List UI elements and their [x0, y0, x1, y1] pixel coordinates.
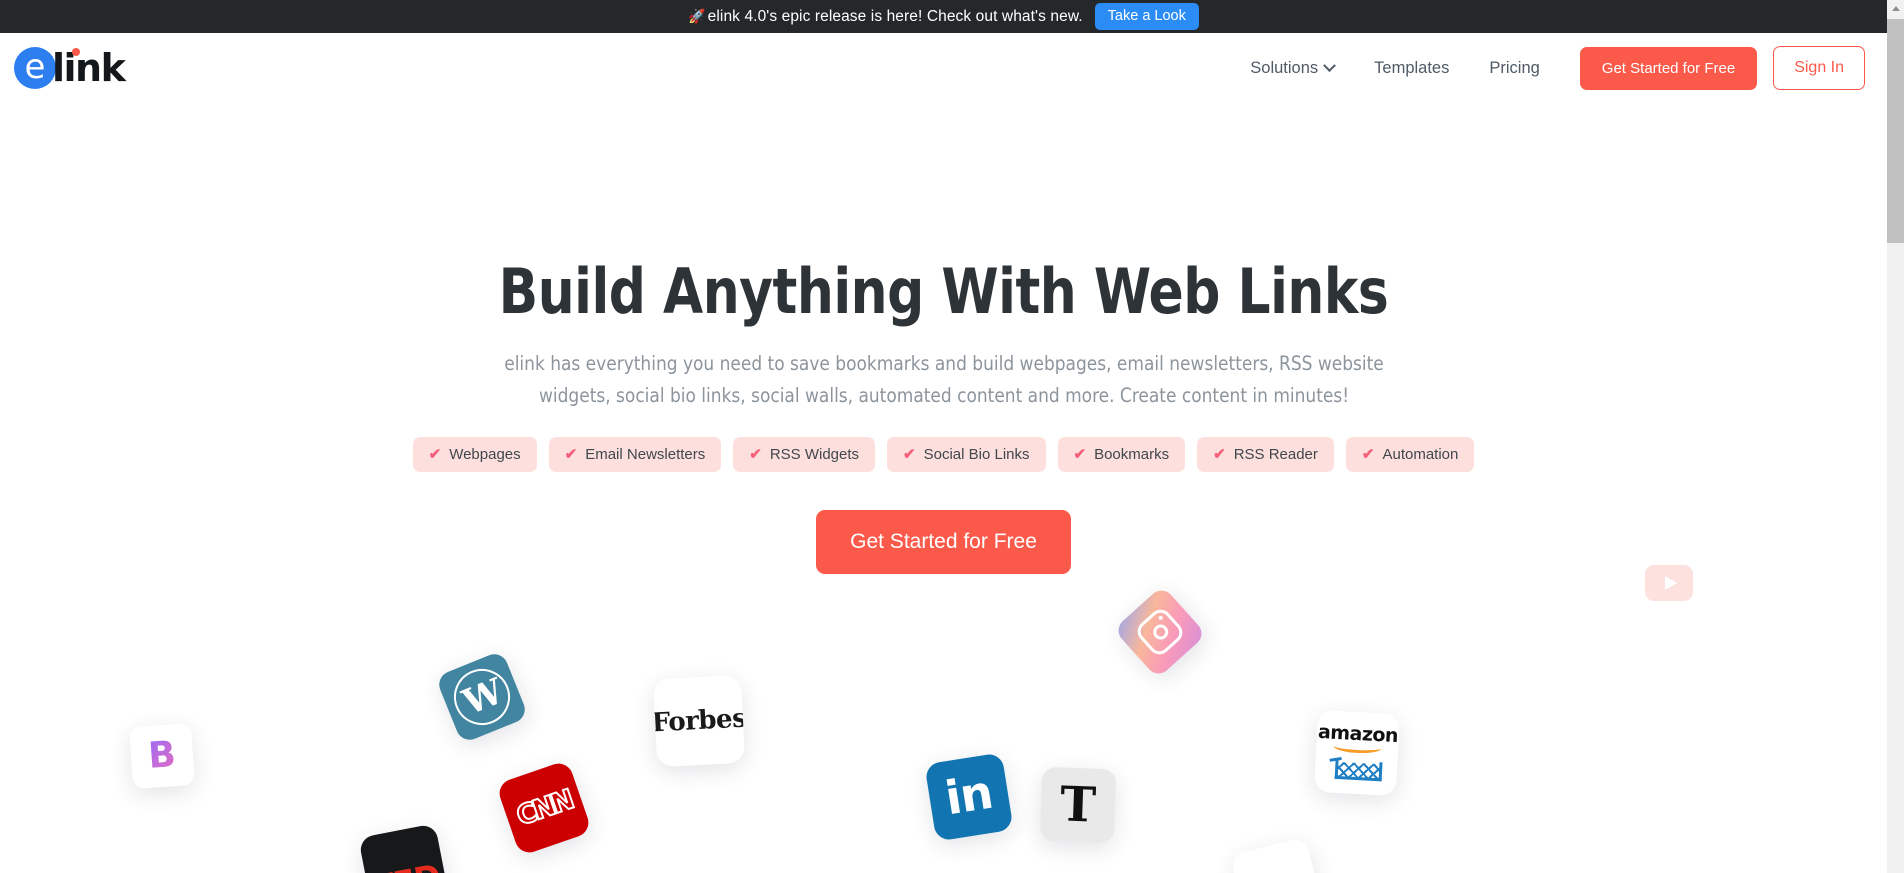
- feature-pill-social-bio-links[interactable]: ✔ Social Bio Links: [887, 437, 1046, 473]
- brand-logo-forbes: Forbes: [652, 674, 746, 768]
- elink-logo[interactable]: e link: [14, 46, 126, 90]
- brand-logo-bootstrap: B: [128, 722, 196, 790]
- nav-label-pricing: Pricing: [1489, 58, 1540, 77]
- scrollbar-up-arrow[interactable]: [1887, 0, 1904, 17]
- check-icon: ✔: [1073, 446, 1087, 464]
- hero-get-started-button[interactable]: Get Started for Free: [816, 510, 1071, 575]
- instagram-camera-icon: [1133, 605, 1187, 659]
- brand-logo-amazon: amazon: [1313, 709, 1401, 797]
- nav-item-pricing[interactable]: Pricing: [1469, 49, 1559, 88]
- amazon-wordmark: amazon: [1317, 720, 1399, 747]
- announcement-message: elink 4.0's epic release is here! Check …: [707, 7, 1083, 25]
- feature-pill-label: Email Newsletters: [585, 446, 706, 464]
- check-icon: ✔: [749, 446, 762, 464]
- announcement-text: 🚀 elink 4.0's epic release is here! Check…: [688, 8, 1083, 26]
- instagram-lens-icon: [1149, 621, 1171, 643]
- cnn-icon: CNN: [511, 783, 576, 833]
- feature-pill-label: RSS Widgets: [769, 446, 860, 464]
- shopping-cart-icon: [1329, 755, 1384, 783]
- linkedin-icon: in: [941, 764, 996, 826]
- feature-pill-automation[interactable]: ✔ Automation: [1345, 437, 1475, 473]
- brand-logo-ted: TED: [358, 823, 450, 873]
- check-icon: ✔: [428, 446, 442, 464]
- feature-pill-email-newsletters[interactable]: ✔ Email Newsletters: [548, 437, 722, 473]
- hero-section: Build Anything With Web Links elink has …: [0, 103, 1887, 575]
- take-a-look-button[interactable]: Take a Look: [1094, 2, 1199, 31]
- check-icon: ✔: [1361, 446, 1375, 464]
- feature-pill-row: ✔ Webpages ✔ Email Newsletters ✔ RSS Wid…: [0, 437, 1887, 473]
- feature-pill-label: Bookmarks: [1094, 446, 1170, 464]
- forbes-icon: Forbes: [652, 703, 746, 739]
- page-root: 🚀 elink 4.0's epic release is here! Check…: [0, 0, 1904, 873]
- brand-logo-wordpress: W: [435, 650, 529, 744]
- feature-pill-rss-reader[interactable]: ✔ RSS Reader: [1197, 437, 1334, 473]
- amazon-smile-icon: [1333, 742, 1382, 754]
- feature-pill-rss-widgets[interactable]: ✔ RSS Widgets: [733, 437, 876, 473]
- nav-item-templates[interactable]: Templates: [1354, 49, 1469, 88]
- sign-in-button[interactable]: Sign In: [1773, 46, 1865, 90]
- nav-label-solutions: Solutions: [1250, 58, 1319, 77]
- brand-logo-cnn: CNN: [495, 759, 593, 857]
- logo-wordmark: link: [52, 46, 126, 90]
- bootstrap-icon: B: [146, 734, 178, 777]
- check-icon: ✔: [1213, 446, 1226, 464]
- check-icon: ✔: [903, 446, 916, 464]
- logo-word-text: link: [52, 46, 126, 90]
- logo-e-mark: e: [14, 47, 56, 89]
- feature-pill-webpages[interactable]: ✔ Webpages: [412, 437, 537, 473]
- brand-logo-youtube: [1645, 565, 1693, 601]
- feature-pill-bookmarks[interactable]: ✔ Bookmarks: [1057, 437, 1186, 473]
- site-header: e link Solutions Templates Pricing Get S…: [0, 33, 1887, 103]
- chevron-up-icon: [1891, 6, 1900, 11]
- brand-logo-nytimes: T: [1039, 766, 1117, 844]
- nav-label-templates: Templates: [1374, 58, 1450, 77]
- hero-title: Build Anything With Web Links: [498, 255, 1389, 328]
- brand-logo-instagram: [1113, 585, 1207, 679]
- feature-pill-label: RSS Reader: [1233, 446, 1318, 464]
- scrollbar-thumb[interactable]: [1887, 19, 1904, 243]
- header-get-started-button[interactable]: Get Started for Free: [1579, 46, 1758, 90]
- feature-pill-label: Webpages: [449, 446, 521, 464]
- instagram-dot-icon: [1157, 615, 1164, 621]
- announcement-banner: 🚀 elink 4.0's epic release is here! Check…: [0, 0, 1887, 33]
- main-navigation: Solutions Templates Pricing Get Started …: [1230, 46, 1865, 90]
- wordpress-w-glyph: W: [457, 671, 507, 723]
- rocket-icon: 🚀: [688, 7, 706, 24]
- wordpress-icon: W: [445, 660, 519, 734]
- feature-pill-label: Automation: [1382, 446, 1459, 464]
- logo-dot-icon: [72, 48, 80, 56]
- hero-subtitle: elink has everything you need to save bo…: [503, 352, 1384, 407]
- nav-item-solutions[interactable]: Solutions: [1230, 49, 1354, 88]
- nytimes-icon: T: [1059, 776, 1097, 834]
- brand-logo-partial: [1229, 836, 1325, 873]
- chevron-down-icon: [1323, 58, 1337, 72]
- check-icon: ✔: [564, 446, 578, 464]
- page-scrollbar[interactable]: [1887, 0, 1904, 873]
- feature-pill-label: Social Bio Links: [923, 446, 1030, 464]
- brand-logo-linkedin: in: [924, 752, 1014, 842]
- youtube-play-icon: [1664, 576, 1677, 590]
- ted-icon: TED: [370, 857, 443, 873]
